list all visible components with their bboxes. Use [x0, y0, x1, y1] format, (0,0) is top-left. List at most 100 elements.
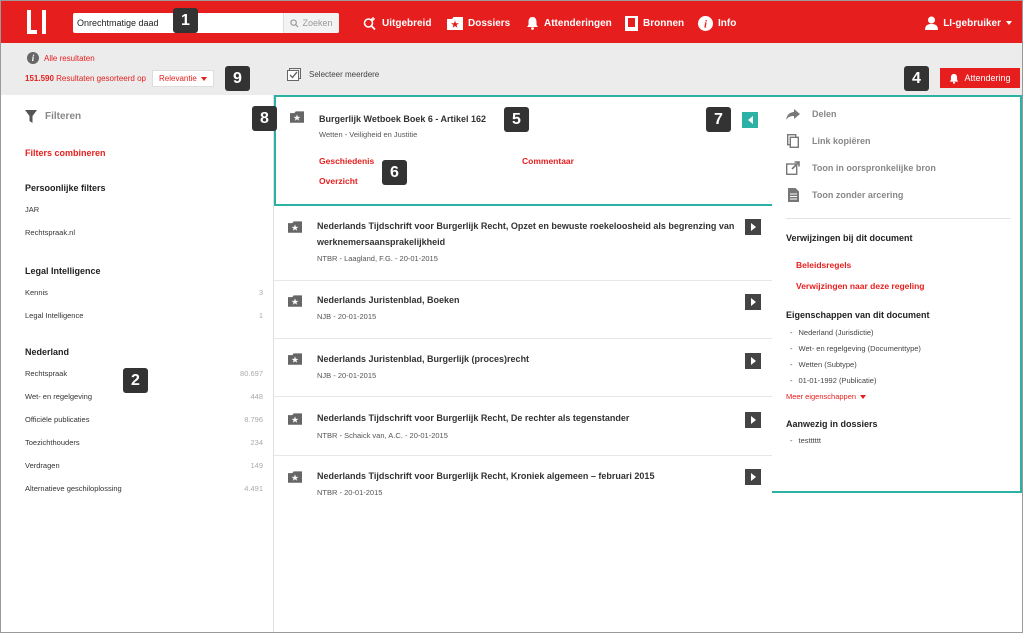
property-text: Wetten (Subtype) — [798, 360, 857, 369]
commentary-link[interactable]: Commentaar — [522, 156, 574, 166]
search-button-label: Zoeken — [302, 18, 333, 28]
hide-highlighting-action[interactable]: Toon zonder arcering — [786, 188, 903, 202]
filter-item-count: 448 — [250, 392, 263, 401]
result-item[interactable]: Nederlands Tijdschrift voor Burgerlijk R… — [274, 206, 773, 281]
filter-item[interactable]: Toezichthouders 234 — [25, 437, 263, 460]
filter-item[interactable]: Officiële publicaties 8.796 — [25, 414, 263, 437]
reference-link[interactable]: Beleidsregels — [796, 260, 851, 270]
filter-item-label: Rechtspraak.nl — [25, 228, 76, 237]
chevron-right-icon — [750, 473, 756, 481]
external-link-icon — [786, 161, 800, 175]
result-item[interactable]: Nederlands Juristenblad, Burgerlijk (pro… — [274, 339, 773, 397]
result-title[interactable]: Nederlands Juristenblad, Burgerlijk (pro… — [317, 351, 737, 367]
nav-label: Dossiers — [468, 17, 511, 29]
sort-select[interactable]: Relevantie — [152, 70, 214, 87]
select-multiple-label: Selecteer meerdere — [309, 70, 380, 79]
results-count: 151.590 — [25, 74, 54, 83]
property-text: Wet- en regelgeving (Documenttype) — [798, 344, 921, 353]
more-properties-link[interactable]: Meer eigenschappen — [786, 392, 867, 401]
folder-star-icon[interactable] — [288, 221, 302, 233]
nav-alerts[interactable]: Attenderingen — [526, 13, 612, 33]
result-title[interactable]: Burgerlijk Wetboek Boek 6 - Artikel 162 — [319, 111, 739, 127]
logo[interactable] — [27, 10, 49, 34]
info-icon: i — [27, 52, 39, 64]
results-summary: 151.590 Resultaten gesorteerd op Relevan… — [25, 70, 214, 87]
share-arrow-icon — [786, 108, 800, 120]
folder-star-icon[interactable] — [288, 413, 302, 425]
nav-dossiers[interactable]: Dossiers — [447, 13, 510, 33]
document-side-panel: Delen Link kopiëren Toon in oorspronkeli… — [772, 95, 1022, 493]
result-title[interactable]: Nederlands Tijdschrift voor Burgerlijk R… — [317, 410, 737, 426]
filter-header[interactable]: Filteren — [25, 110, 81, 123]
document-icon — [787, 188, 799, 202]
filter-item-count: 80.697 — [240, 369, 263, 378]
filter-item[interactable]: Verdragen 149 — [25, 460, 263, 483]
result-item[interactable]: Nederlands Juristenblad, Boeken NJB - 20… — [274, 281, 773, 339]
open-preview-button[interactable] — [745, 412, 761, 428]
results-text: Resultaten gesorteerd op — [56, 74, 146, 83]
funnel-icon — [25, 110, 37, 123]
alert-button[interactable]: Attendering — [940, 68, 1020, 88]
filter-item[interactable]: Wet- en regelgeving 448 — [25, 391, 263, 414]
filter-item[interactable]: Alternatieve geschiloplossing 4.491 — [25, 483, 263, 506]
results-list: Burgerlijk Wetboek Boek 6 - Artikel 162 … — [274, 95, 773, 632]
folder-star-icon[interactable] — [290, 111, 304, 123]
filter-item[interactable]: JAR — [25, 204, 263, 227]
open-source-action[interactable]: Toon in oorspronkelijke bron — [786, 161, 936, 175]
action-label: Toon zonder arcering — [812, 190, 904, 200]
result-title[interactable]: Nederlands Juristenblad, Boeken — [317, 292, 737, 308]
result-title[interactable]: Nederlands Tijdschrift voor Burgerlijk R… — [317, 218, 737, 250]
share-action[interactable]: Delen — [786, 107, 837, 121]
filter-panel: Filteren Filters combineren Persoonlijke… — [1, 95, 274, 632]
open-preview-button[interactable] — [745, 294, 761, 310]
user-menu[interactable]: LI-gebruiker — [925, 13, 1012, 33]
folder-star-icon[interactable] — [288, 471, 302, 483]
overview-link[interactable]: Overzicht — [319, 176, 358, 186]
chevron-right-icon — [750, 223, 756, 231]
filter-item-label: Legal Intelligence — [25, 311, 84, 320]
select-multiple-button[interactable]: Selecteer meerdere — [287, 68, 379, 81]
filter-item[interactable]: Kennis 3 — [25, 287, 263, 310]
nav-label: Attenderingen — [544, 17, 612, 29]
combine-filters-link[interactable]: Filters combineren — [25, 148, 106, 158]
filter-item[interactable]: Legal Intelligence 1 — [25, 310, 263, 333]
bell-icon — [950, 73, 959, 84]
history-link[interactable]: Geschiedenis — [319, 156, 374, 166]
copy-link-action[interactable]: Link kopiëren — [786, 134, 871, 148]
nav-advanced-search[interactable]: Uitgebreid — [363, 13, 431, 33]
callout-badge: 7 — [706, 107, 731, 132]
sort-value: Relevantie — [159, 74, 197, 83]
filter-group-title: Nederland — [25, 347, 70, 357]
property-item: - Wetten (Subtype) — [790, 360, 857, 369]
open-preview-button[interactable] — [745, 469, 761, 485]
all-results-link[interactable]: i Alle resultaten — [27, 52, 95, 64]
search-icon — [290, 18, 299, 28]
info-icon: i — [698, 15, 713, 31]
open-preview-button[interactable] — [745, 353, 761, 369]
nav-info[interactable]: i Info — [698, 13, 736, 33]
action-label: Delen — [812, 109, 837, 119]
nav-label: Uitgebreid — [382, 17, 432, 29]
nav-sources[interactable]: Bronnen — [625, 13, 684, 33]
callout-badge: 6 — [382, 160, 407, 185]
dossier-item[interactable]: - testttttt — [790, 436, 821, 445]
search-plus-icon — [363, 17, 376, 30]
result-item[interactable]: Nederlands Tijdschrift voor Burgerlijk R… — [274, 397, 773, 456]
folder-star-icon[interactable] — [288, 353, 302, 365]
result-meta: NTBR - Laagland, F.G. - 20-01-2015 — [317, 254, 438, 263]
collapse-panel-button[interactable] — [742, 112, 758, 128]
dossiers-title: Aanwezig in dossiers — [786, 419, 878, 429]
filter-item-label: Toezichthouders — [25, 438, 80, 447]
result-item[interactable]: Nederlands Tijdschrift voor Burgerlijk R… — [274, 456, 773, 506]
open-preview-button[interactable] — [745, 219, 761, 235]
result-meta: NJB - 20-01-2015 — [317, 312, 377, 321]
folder-star-icon[interactable] — [288, 295, 302, 307]
result-title[interactable]: Nederlands Tijdschrift voor Burgerlijk R… — [317, 468, 737, 484]
search-button[interactable]: Zoeken — [283, 13, 339, 33]
filter-header-label: Filteren — [45, 111, 82, 122]
filter-group-title: Legal Intelligence — [25, 266, 101, 276]
filter-item[interactable]: Rechtspraak.nl — [25, 227, 263, 250]
result-meta: NTBR - 20-01-2015 — [317, 488, 383, 497]
filter-item-label: Officiële publicaties — [25, 415, 90, 424]
reference-link[interactable]: Verwijzingen naar deze regeling — [796, 281, 924, 291]
